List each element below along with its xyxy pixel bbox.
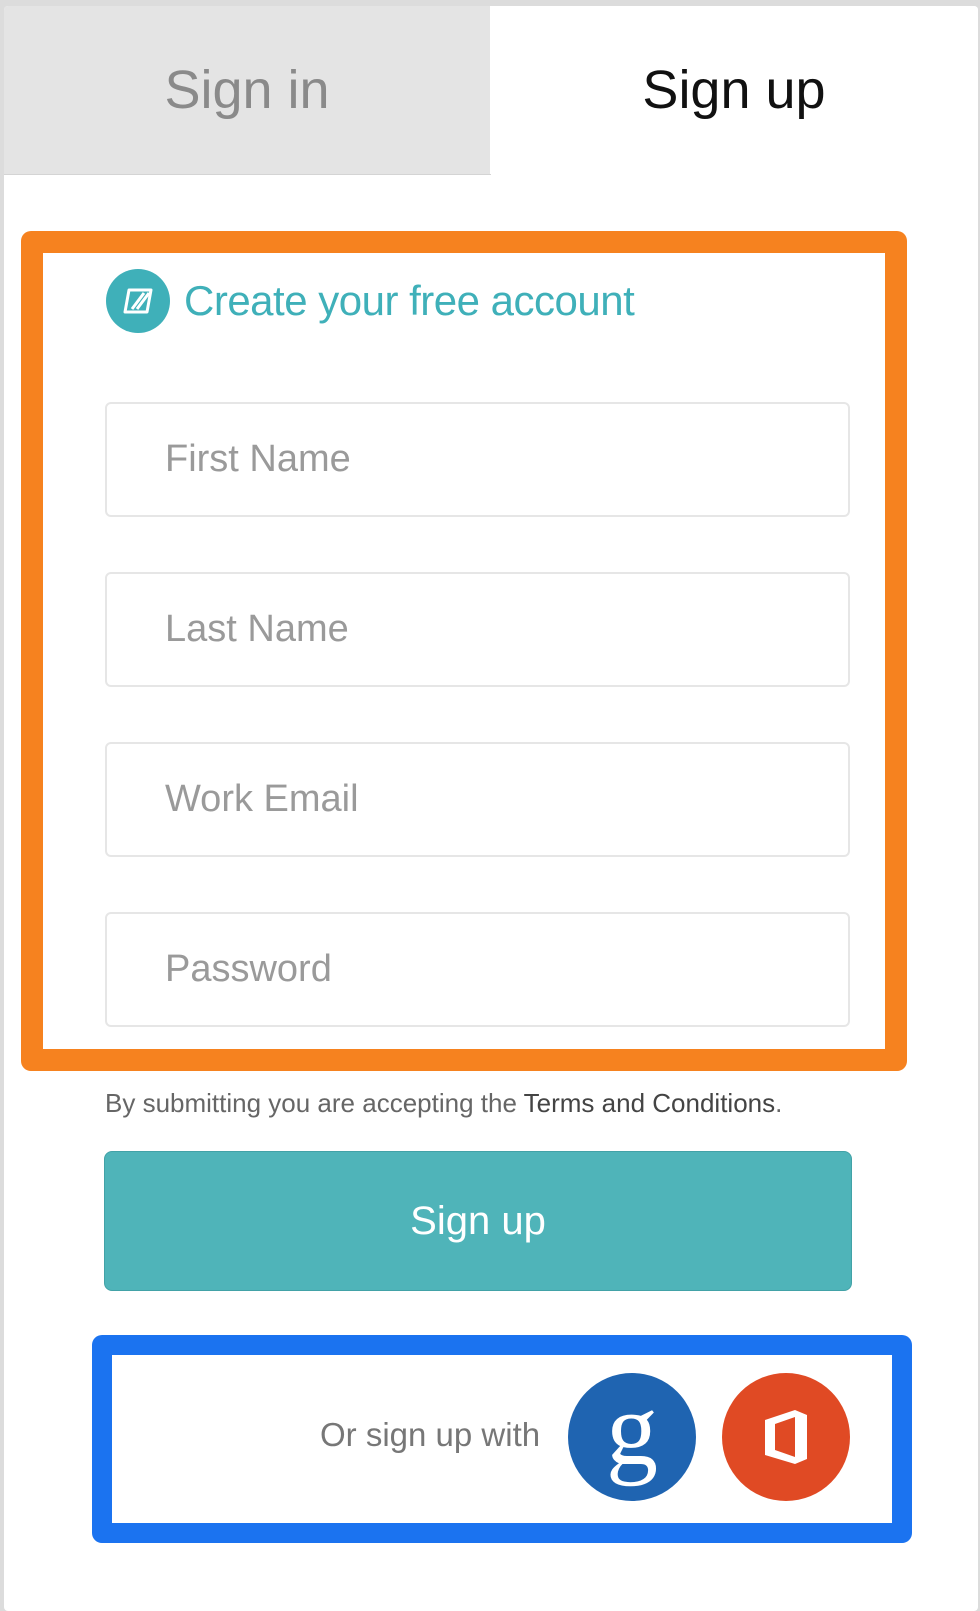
first-name-input[interactable] xyxy=(105,402,850,517)
terms-link[interactable]: Terms and Conditions xyxy=(524,1088,775,1118)
form-title: Create your free account xyxy=(184,277,635,324)
terms-prefix: By submitting you are accepting the xyxy=(105,1088,524,1118)
google-icon: g xyxy=(606,1372,658,1487)
office-icon xyxy=(765,1410,807,1464)
password-input[interactable] xyxy=(105,912,850,1027)
brand-logo-icon xyxy=(106,269,170,333)
office-signup-button[interactable] xyxy=(722,1373,850,1501)
google-signup-button[interactable]: g xyxy=(568,1373,696,1501)
form-header: Create your free account xyxy=(106,268,635,334)
tab-sign-up[interactable]: Sign up xyxy=(490,6,978,174)
work-email-input[interactable] xyxy=(105,742,850,857)
sign-up-button[interactable]: Sign up xyxy=(104,1151,852,1291)
terms-suffix: . xyxy=(775,1088,783,1118)
terms-notice: By submitting you are accepting the Term… xyxy=(105,1088,865,1119)
last-name-input[interactable] xyxy=(105,572,850,687)
tab-sign-in[interactable]: Sign in xyxy=(4,6,491,175)
social-signup-label: Or sign up with xyxy=(320,1416,541,1453)
